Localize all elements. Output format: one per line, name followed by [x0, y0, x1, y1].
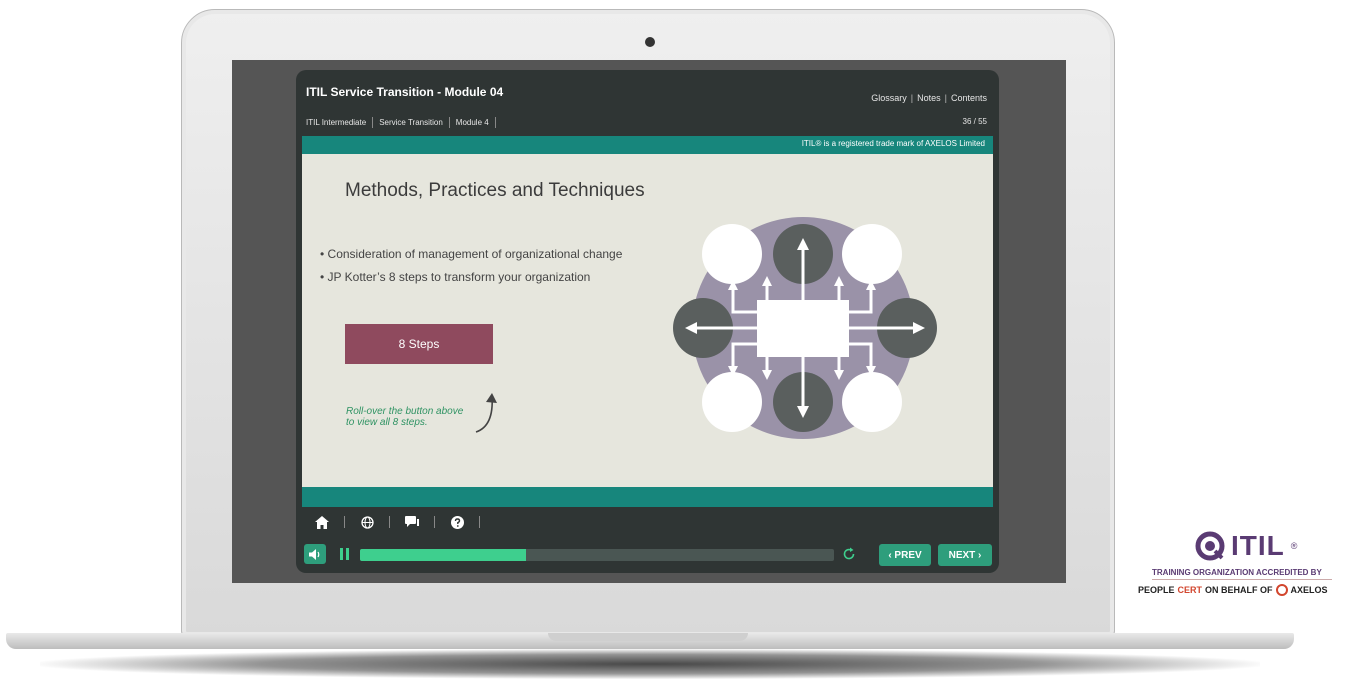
diagram-node [842, 372, 902, 432]
toolbar-divider [344, 516, 345, 528]
slide-title: Methods, Practices and Techniques [345, 180, 645, 201]
progress-bar[interactable] [360, 549, 834, 561]
breadcrumb-item: ITIL Intermediate [306, 118, 367, 127]
registered-mark: ® [1290, 541, 1298, 551]
trademark-notice: ITIL® is a registered trade mark of AXEL… [801, 139, 985, 148]
chat-icon[interactable] [404, 514, 420, 530]
help-icon[interactable] [449, 514, 465, 530]
peoplecert-people: PEOPLE [1138, 585, 1175, 595]
peoplecert-line: PEOPLE CERT ON BEHALF OF AXELOS [1138, 584, 1328, 596]
globe-icon[interactable] [359, 514, 375, 530]
bullet-item: • JP Kotter’s 8 steps to transform your … [320, 270, 591, 284]
camera-dot [645, 37, 655, 47]
pause-icon[interactable] [340, 548, 352, 560]
change-diagram [673, 217, 937, 439]
hint-line: Roll-over the button above [346, 406, 464, 417]
breadcrumb: ITIL Intermediate Service Transition Mod… [306, 117, 496, 128]
on-behalf-text: ON BEHALF OF [1205, 585, 1273, 595]
itil-word: ITIL [1231, 530, 1285, 561]
page-counter: 36 / 55 [962, 117, 987, 126]
link-separator: | [944, 93, 947, 103]
diagram-center-box [757, 300, 849, 357]
diagram-node [702, 224, 762, 284]
laptop-notch [548, 633, 748, 641]
breadcrumb-divider [448, 117, 450, 128]
breadcrumb-divider [494, 117, 496, 128]
8-steps-button[interactable]: 8 Steps [345, 324, 493, 364]
next-button[interactable]: NEXT › [938, 544, 992, 566]
breadcrumb-item: Service Transition [379, 118, 443, 127]
glossary-link[interactable]: Glossary [871, 93, 907, 103]
header-links: Glossary | Notes | Contents [871, 93, 987, 103]
speaker-icon [309, 548, 320, 560]
player-controls: ‹ PREV NEXT › [304, 544, 992, 566]
home-icon[interactable] [314, 514, 330, 530]
link-separator: | [910, 93, 914, 103]
course-player-window: ITIL Service Transition - Module 04 Glos… [296, 70, 999, 573]
breadcrumb-item: Module 4 [455, 118, 489, 127]
itil-accreditation-logo: ITIL ® TRAINING ORGANIZATION ACCREDITED B… [1138, 530, 1348, 605]
logo-divider [1152, 579, 1332, 580]
peoplecert-cert: CERT [1177, 585, 1203, 595]
bullet-list: • Consideration of management of organiz… [320, 247, 622, 293]
slide-footer-bar [302, 487, 993, 507]
accredited-text: TRAINING ORGANIZATION ACCREDITED BY [1152, 568, 1322, 577]
curved-arrow-icon [475, 393, 497, 433]
replay-icon[interactable] [842, 547, 856, 566]
rollover-hint: Roll-over the button above to view all 8… [346, 406, 463, 428]
toolbar-divider [389, 516, 390, 528]
itil-swirl-icon [1195, 531, 1225, 561]
prev-button[interactable]: ‹ PREV [879, 544, 931, 566]
breadcrumb-divider [372, 117, 374, 128]
contents-link[interactable]: Contents [951, 93, 987, 103]
trademark-bar: ITIL® is a registered trade mark of AXEL… [302, 136, 993, 154]
slide-content: Methods, Practices and Techniques • Cons… [302, 154, 993, 487]
itil-wordmark: ITIL ® [1195, 530, 1297, 562]
axelos-word: AXELOS [1290, 585, 1328, 595]
hint-line: to view all 8 steps. [346, 417, 428, 428]
course-title: ITIL Service Transition - Module 04 [306, 85, 504, 99]
toolbar-divider [434, 516, 435, 528]
diagram-node [702, 372, 762, 432]
axelos-icon [1275, 584, 1288, 596]
bullet-item: • Consideration of management of organiz… [320, 247, 623, 261]
laptop-shadow [40, 649, 1260, 679]
notes-link[interactable]: Notes [917, 93, 941, 103]
laptop-mockup: ITIL Service Transition - Module 04 Glos… [0, 0, 1351, 681]
progress-fill [360, 549, 526, 561]
player-toolbar [314, 514, 480, 530]
toolbar-divider [479, 516, 480, 528]
volume-button[interactable] [304, 544, 326, 564]
diagram-node [842, 224, 902, 284]
